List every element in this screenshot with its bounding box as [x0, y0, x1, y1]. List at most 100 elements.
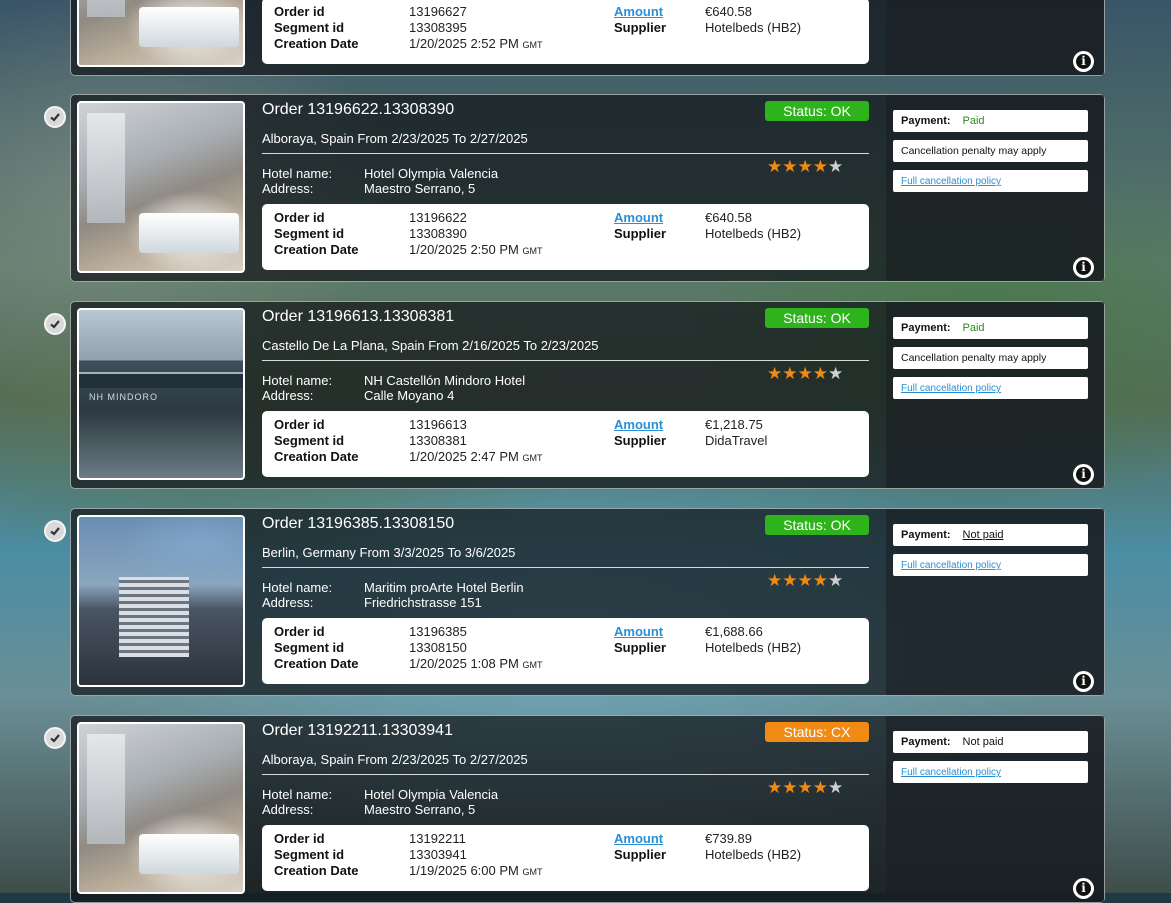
hotel-name-label: Hotel name:	[262, 580, 333, 595]
star-icon: ★	[767, 778, 783, 797]
star-icon: ★	[797, 778, 813, 797]
creation-date-label: Creation Date	[274, 656, 359, 671]
star-icon: ★	[828, 571, 844, 590]
order-id-value: 13196627	[409, 4, 467, 19]
check-circle-icon[interactable]	[44, 520, 66, 542]
payment-status: Paid	[962, 322, 985, 334]
supplier-value: Hotelbeds (HB2)	[705, 640, 802, 655]
hotel-name-value: NH Castellón Mindoro Hotel	[364, 373, 526, 388]
hotel-thumbnail[interactable]	[77, 515, 245, 687]
address-label: Address:	[262, 388, 314, 403]
star-icon: ★	[767, 157, 783, 176]
route-text: Alboraya, Spain From 2/23/2025 To 2/27/2…	[262, 752, 528, 767]
order-details-box: Order id Segment id Creation Date 131966…	[262, 204, 869, 270]
order-id-label: Order id	[274, 210, 325, 225]
supplier-value: Hotelbeds (HB2)	[705, 20, 802, 35]
segment-id-label: Segment id	[274, 20, 345, 35]
hotel-name-label: Hotel name:	[262, 166, 333, 181]
address-value: Friedrichstrasse 151	[364, 595, 482, 610]
star-icon: ★	[797, 571, 813, 590]
star-rating: ★★★★★	[767, 571, 843, 591]
cancellation-policy-box: Full cancellation policy	[893, 761, 1088, 783]
segment-id-label: Segment id	[274, 640, 345, 655]
order-id-label: Order id	[274, 831, 325, 846]
amount-link[interactable]: Amount	[614, 210, 663, 225]
segment-id-label: Segment id	[274, 433, 345, 448]
status-badge: Status: CX	[765, 722, 869, 742]
order-details-box: Order id Segment id Creation Date 131963…	[262, 618, 869, 684]
payment-status: Paid	[962, 115, 985, 127]
amount-link[interactable]: Amount	[614, 624, 663, 639]
segment-id-value: 13303941	[409, 847, 467, 862]
full-cancellation-policy-link[interactable]: Full cancellation policy	[901, 176, 1001, 187]
info-icon[interactable]: i	[1073, 51, 1094, 72]
amount-value: €640.58	[705, 4, 752, 19]
cancellation-penalty-note: Cancellation penalty may apply	[893, 347, 1088, 369]
amount-link[interactable]: Amount	[614, 417, 663, 432]
order-card: Order 13196622.13308390 Status: OK Albor…	[44, 94, 1105, 282]
creation-date-label: Creation Date	[274, 863, 359, 878]
info-icon[interactable]: i	[1073, 671, 1094, 692]
status-badge: Status: OK	[765, 101, 869, 121]
star-icon: ★	[797, 157, 813, 176]
full-cancellation-policy-link[interactable]: Full cancellation policy	[901, 560, 1001, 571]
info-icon[interactable]: i	[1073, 464, 1094, 485]
hotel-thumbnail[interactable]: NH MINDORO	[77, 308, 245, 480]
order-title: Order 13196385.13308150	[262, 515, 455, 532]
hotel-thumbnail[interactable]	[77, 101, 245, 273]
segment-id-value: 13308390	[409, 226, 467, 241]
creation-date-value: 1/20/2025 2:50 PM GMT	[409, 242, 543, 257]
supplier-label: Supplier	[614, 20, 667, 35]
cancellation-policy-box: Full cancellation policy	[893, 377, 1088, 399]
order-id-label: Order id	[274, 4, 325, 19]
star-icon: ★	[812, 364, 828, 383]
info-icon[interactable]: i	[1073, 257, 1094, 278]
address-value: Maestro Serrano, 5	[364, 802, 476, 817]
route-text: Berlin, Germany From 3/3/2025 To 3/6/202…	[262, 545, 516, 560]
star-icon: ★	[812, 157, 828, 176]
star-rating: ★★★★★	[767, 778, 843, 798]
amount-link[interactable]: Amount	[614, 831, 663, 846]
hotel-thumbnail[interactable]	[77, 722, 245, 894]
order-id-value: 13192211	[409, 831, 466, 846]
address-label: Address:	[262, 181, 314, 196]
payment-box: Payment: Not paid	[893, 731, 1088, 753]
hotel-thumbnail[interactable]	[77, 0, 245, 67]
segment-id-label: Segment id	[274, 226, 345, 241]
star-icon: ★	[782, 778, 798, 797]
order-details-box: Order id Segment id Creation Date 131966…	[262, 0, 869, 64]
amount-value: €1,218.75	[705, 417, 763, 432]
check-circle-icon[interactable]	[44, 106, 66, 128]
amount-link[interactable]: Amount	[614, 4, 663, 19]
segment-id-value: 13308395	[409, 20, 467, 35]
hotel-name-label: Hotel name:	[262, 373, 333, 388]
full-cancellation-policy-link[interactable]: Full cancellation policy	[901, 383, 1001, 394]
order-card: Order id Segment id Creation Date 131966…	[70, 0, 1105, 76]
star-icon: ★	[797, 364, 813, 383]
payment-status[interactable]: Not paid	[963, 529, 1004, 541]
info-icon[interactable]: i	[1073, 878, 1094, 899]
order-id-label: Order id	[274, 624, 325, 639]
address-label: Address:	[262, 595, 314, 610]
order-id-value: 13196385	[409, 624, 467, 639]
status-badge: Status: OK	[765, 515, 869, 535]
address-label: Address:	[262, 802, 314, 817]
creation-date-value: 1/20/2025 2:52 PM GMT	[409, 36, 543, 51]
payment-status: Not paid	[962, 736, 1004, 748]
star-icon: ★	[812, 571, 828, 590]
star-rating: ★★★★★	[767, 157, 843, 177]
check-circle-icon[interactable]	[44, 727, 66, 749]
star-rating: ★★★★★	[767, 364, 843, 384]
star-icon: ★	[782, 157, 798, 176]
star-icon: ★	[828, 778, 844, 797]
order-card: NH MINDORO Order 13196613.13308381 Statu…	[44, 301, 1105, 489]
cancellation-policy-box: Full cancellation policy	[893, 170, 1088, 192]
segment-id-value: 13308381	[409, 433, 467, 448]
star-icon: ★	[767, 571, 783, 590]
check-circle-icon[interactable]	[44, 313, 66, 335]
full-cancellation-policy-link[interactable]: Full cancellation policy	[901, 767, 1001, 778]
supplier-value: Hotelbeds (HB2)	[705, 226, 802, 241]
order-id-value: 13196613	[409, 417, 467, 432]
amount-value: €640.58	[705, 210, 752, 225]
creation-date-label: Creation Date	[274, 242, 359, 257]
